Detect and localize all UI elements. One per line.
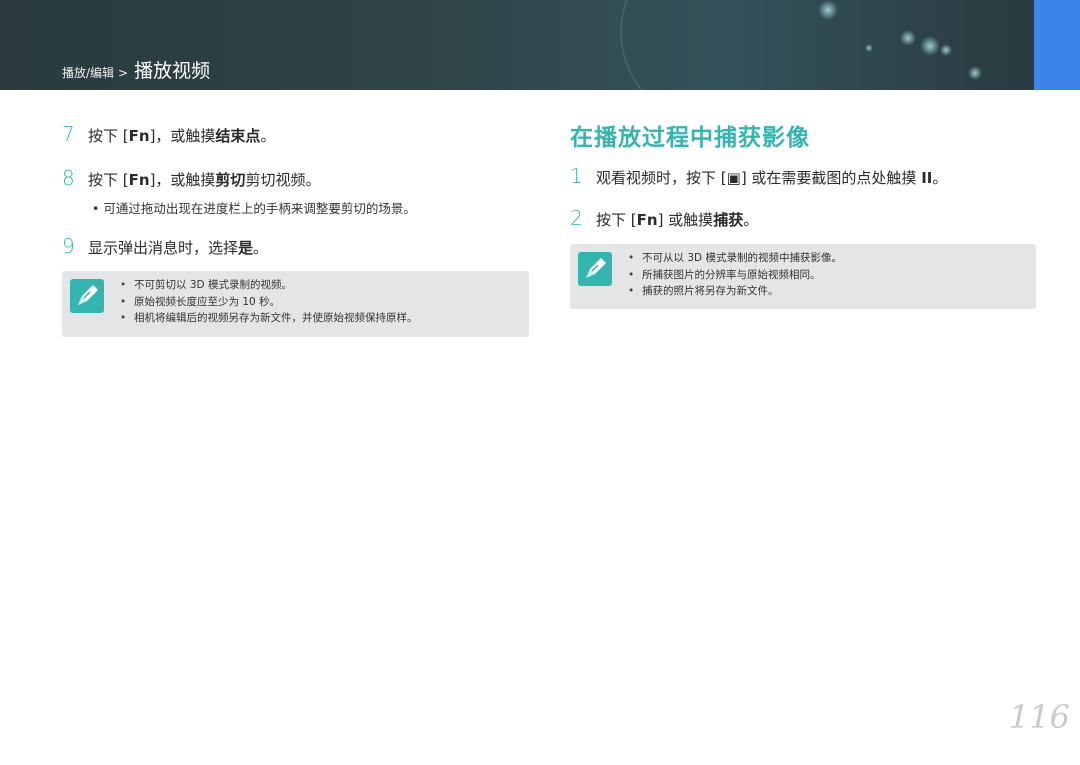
page-number: 116 bbox=[1008, 698, 1070, 736]
step-7: 7 按下 [Fn]，或触摸结束点。 bbox=[62, 122, 275, 146]
chapter-tab[interactable] bbox=[1034, 0, 1080, 90]
step-1: 1 观看视频时，按下 [▣] 或在需要截图的点处触摸 II。 bbox=[570, 164, 947, 188]
decorative-glow bbox=[818, 0, 838, 20]
step-number: 7 bbox=[62, 122, 75, 146]
camera-button-icon: ▣ bbox=[726, 169, 741, 187]
breadcrumb-separator: > bbox=[118, 66, 129, 80]
step-text: 按下 [Fn] 或触摸捕获。 bbox=[596, 211, 759, 229]
note-item: 所捕获图片的分辨率与原始视频相同。 bbox=[628, 267, 842, 284]
breadcrumb: 播放/编辑 > 播放视频 bbox=[62, 56, 210, 83]
decorative-glow bbox=[900, 30, 916, 46]
note-item: 不可从以 3D 模式录制的视频中捕获影像。 bbox=[628, 250, 842, 267]
note-list: 不可剪切以 3D 模式录制的视频。 原始视频长度应至少为 10 秒。 相机将编辑… bbox=[120, 277, 418, 327]
step-text: 观看视频时，按下 [▣] 或在需要截图的点处触摸 II。 bbox=[596, 169, 948, 187]
step-9: 9 显示弹出消息时，选择是。 bbox=[62, 234, 268, 258]
decorative-glow bbox=[920, 36, 940, 56]
note-item: 原始视频长度应至少为 10 秒。 bbox=[120, 294, 418, 311]
note-item: 相机将编辑后的视频另存为新文件，并使原始视频保持原样。 bbox=[120, 310, 418, 327]
step-8: 8 按下 [Fn]，或触摸剪切剪切视频。 bbox=[62, 166, 320, 190]
step-number: 1 bbox=[570, 164, 583, 188]
note-box: 不可剪切以 3D 模式录制的视频。 原始视频长度应至少为 10 秒。 相机将编辑… bbox=[62, 271, 529, 337]
note-item: 不可剪切以 3D 模式录制的视频。 bbox=[120, 277, 418, 294]
header-banner: 播放/编辑 > 播放视频 bbox=[0, 0, 1034, 90]
pencil-note-icon bbox=[70, 279, 104, 313]
breadcrumb-parent[interactable]: 播放/编辑 bbox=[62, 64, 114, 81]
step-text: 显示弹出消息时，选择是。 bbox=[88, 239, 269, 257]
step-text: 按下 [Fn]，或触摸剪切剪切视频。 bbox=[88, 171, 321, 189]
step-number: 2 bbox=[570, 206, 583, 230]
step-8-subnote: • 可通过拖动出现在进度栏上的手柄来调整要剪切的场景。 bbox=[92, 201, 416, 216]
pencil-note-icon bbox=[578, 252, 612, 286]
note-list: 不可从以 3D 模式录制的视频中捕获影像。 所捕获图片的分辨率与原始视频相同。 … bbox=[628, 250, 842, 300]
note-item: 捕获的照片将另存为新文件。 bbox=[628, 283, 842, 300]
decorative-glow bbox=[865, 44, 873, 52]
step-number: 8 bbox=[62, 166, 75, 190]
step-number: 9 bbox=[62, 234, 75, 258]
decorative-glow bbox=[940, 44, 952, 56]
step-text: 按下 [Fn]，或触摸结束点。 bbox=[88, 127, 276, 145]
step-2: 2 按下 [Fn] 或触摸捕获。 bbox=[570, 206, 758, 230]
note-box: 不可从以 3D 模式录制的视频中捕获影像。 所捕获图片的分辨率与原始视频相同。 … bbox=[570, 244, 1036, 309]
page-title: 播放视频 bbox=[134, 60, 211, 82]
decorative-glow bbox=[968, 66, 982, 80]
section-title: 在播放过程中捕获影像 bbox=[570, 125, 810, 151]
